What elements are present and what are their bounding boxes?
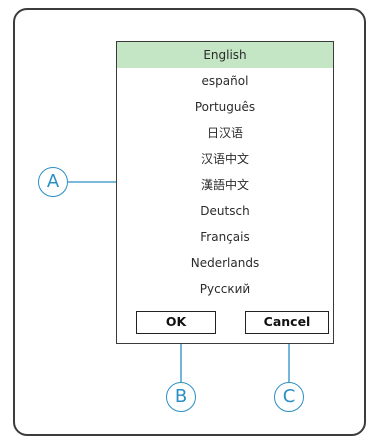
language-dialog: English español Português 日汉语 汉语中文 漢語中文 …	[116, 41, 334, 344]
language-item-japanese[interactable]: 日汉语	[117, 120, 333, 146]
ok-button[interactable]: OK	[136, 311, 216, 334]
language-item-espanol[interactable]: español	[117, 68, 333, 94]
callout-b: B	[166, 382, 196, 412]
language-list: English español Português 日汉语 汉语中文 漢語中文 …	[117, 42, 333, 302]
callout-c: C	[274, 382, 304, 412]
language-item-portugues[interactable]: Português	[117, 94, 333, 120]
language-item-nederlands[interactable]: Nederlands	[117, 250, 333, 276]
language-item-english[interactable]: English	[117, 42, 333, 68]
language-item-simplified-chinese[interactable]: 汉语中文	[117, 146, 333, 172]
language-item-traditional-chinese[interactable]: 漢語中文	[117, 172, 333, 198]
language-item-deutsch[interactable]: Deutsch	[117, 198, 333, 224]
language-item-russian[interactable]: Русский	[117, 276, 333, 302]
callout-a: A	[38, 167, 68, 197]
cancel-button[interactable]: Cancel	[245, 311, 329, 334]
language-item-francais[interactable]: Français	[117, 224, 333, 250]
